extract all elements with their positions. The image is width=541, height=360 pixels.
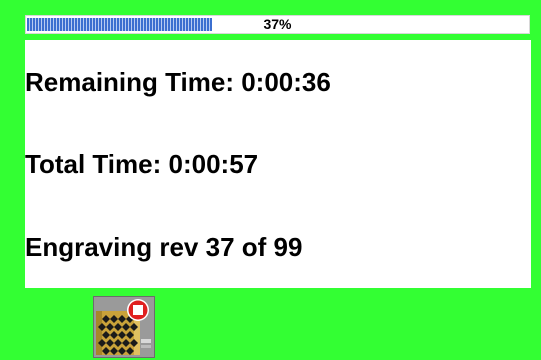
engraving-progress-window: 37% Remaining Time: 0:00:36 Total Time: … (0, 0, 541, 360)
progress-bar: 37% (25, 15, 530, 34)
stop-engraving-icon (96, 299, 151, 355)
remaining-time-label: Remaining Time: 0:00:36 (25, 67, 331, 97)
stop-engraving-button[interactable] (93, 296, 155, 358)
total-time-label: Total Time: 0:00:57 (25, 149, 259, 179)
engraving-rev-label: Engraving rev 37 of 99 (25, 232, 303, 262)
progress-percent-label: 37% (263, 16, 292, 32)
status-panel: Remaining Time: 0:00:36 Total Time: 0:00… (25, 40, 531, 288)
